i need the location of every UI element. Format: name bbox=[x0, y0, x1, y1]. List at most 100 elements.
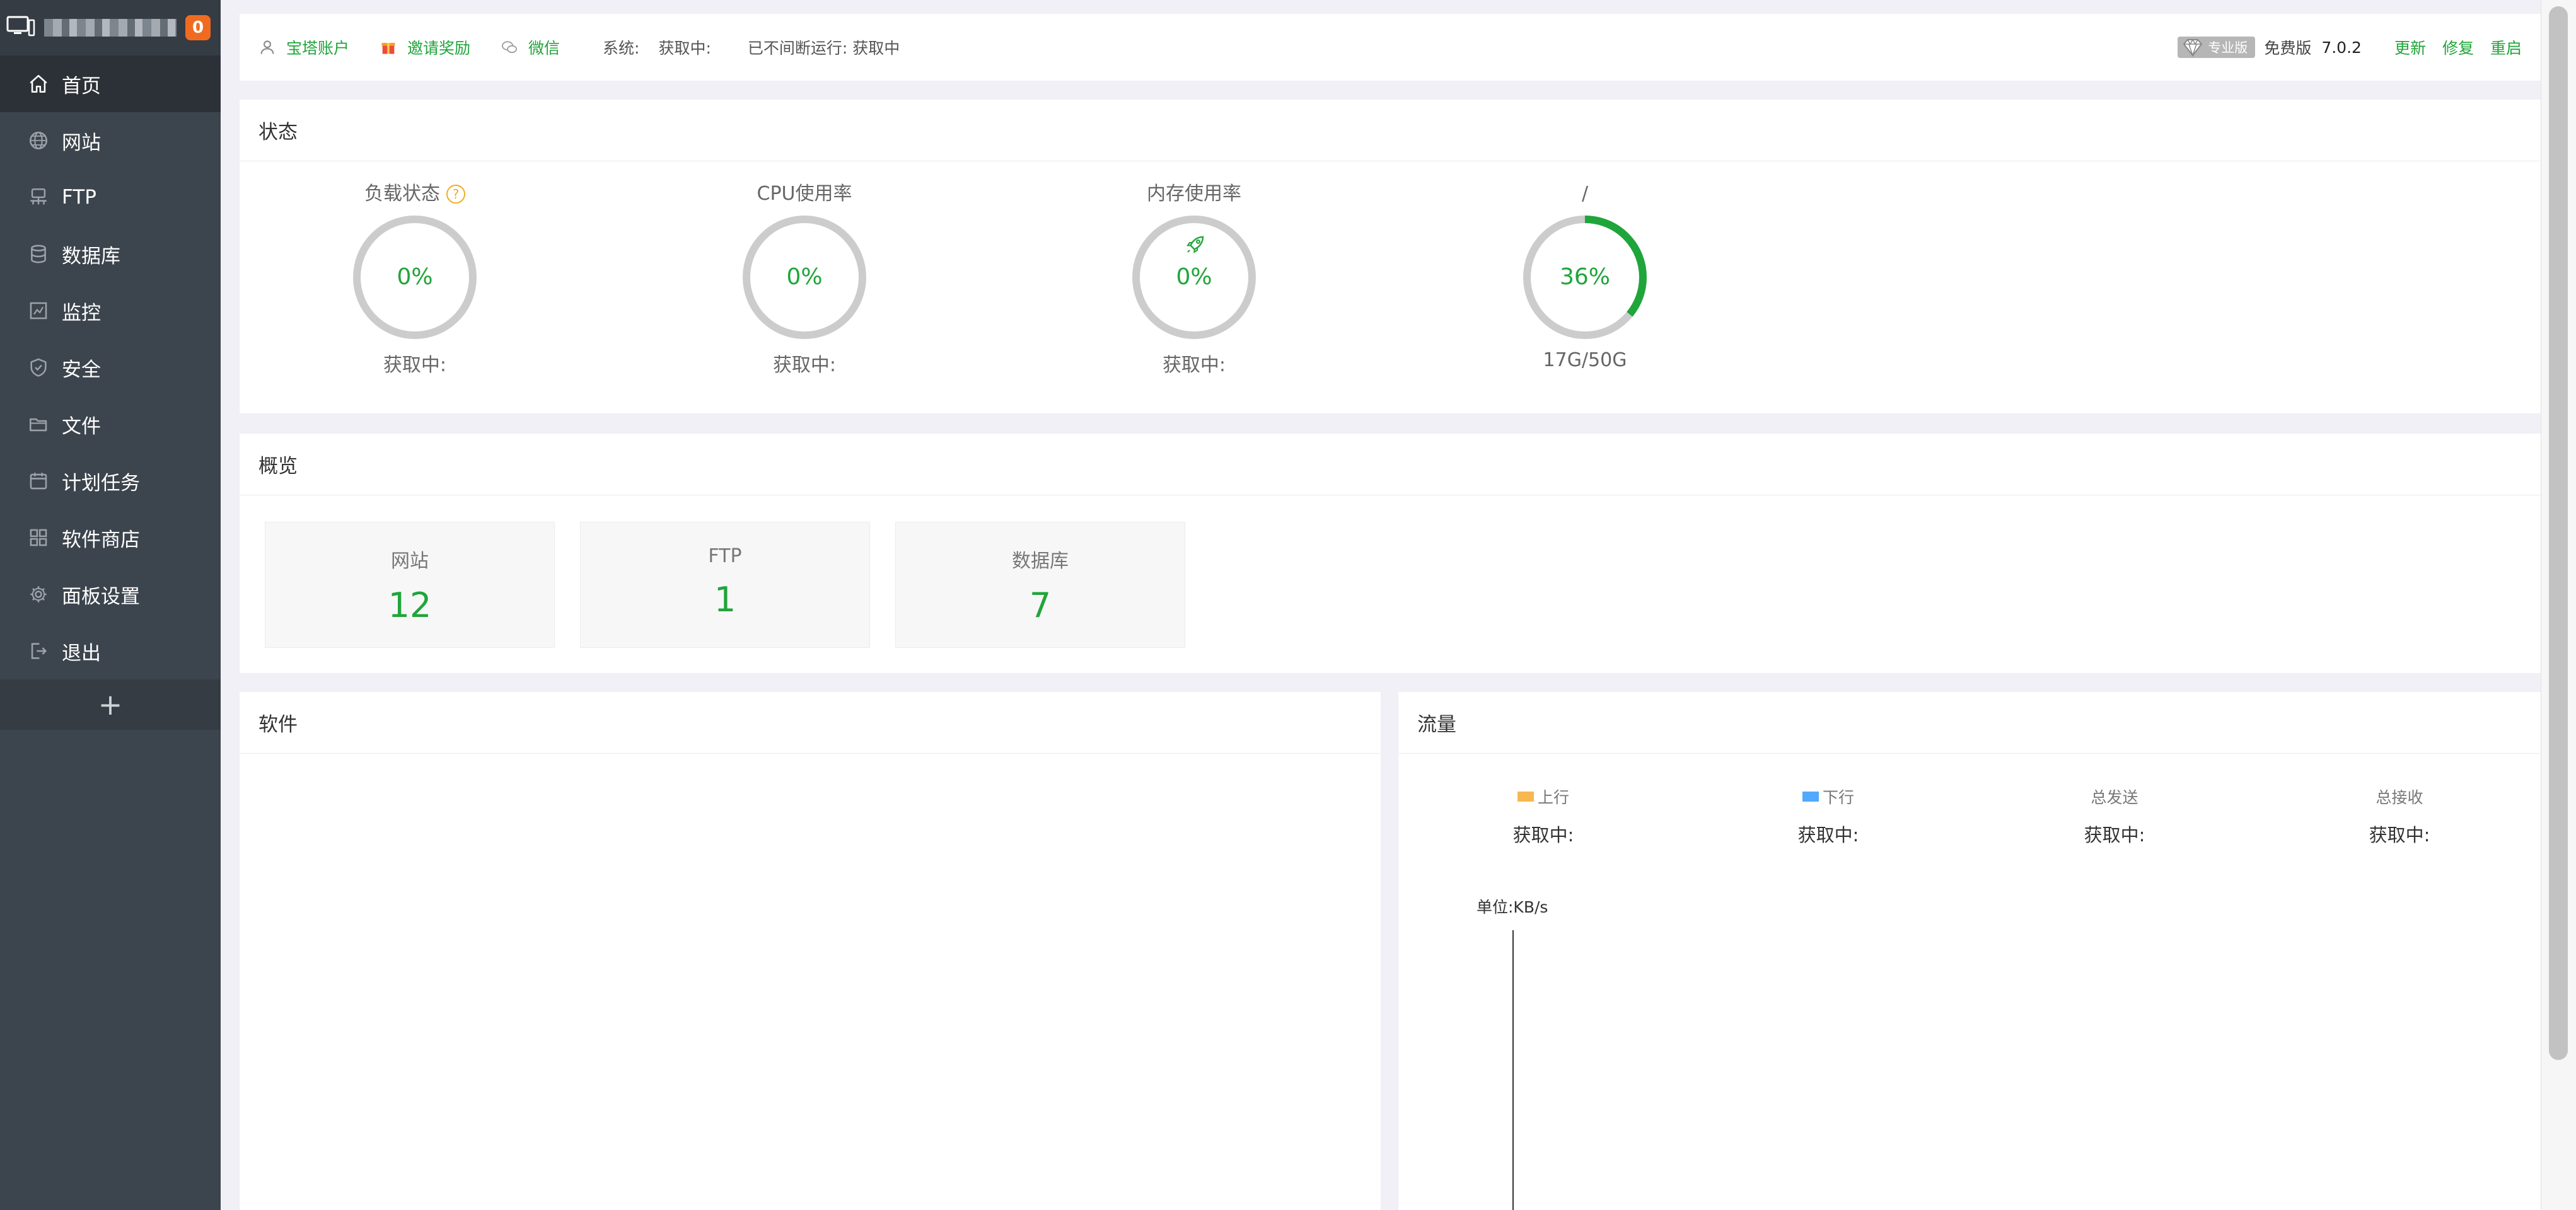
folder-icon bbox=[28, 413, 49, 435]
top-bar: 宝塔账户 邀请奖励 微信 系统: 获取中: 已不间断运行: 获取中 专业版 免费… bbox=[240, 14, 2541, 81]
calendar-icon bbox=[28, 470, 49, 492]
account-label: 宝塔账户 bbox=[286, 39, 350, 57]
overview-title: 概览 bbox=[240, 434, 2541, 495]
software-panel: 软件 bbox=[240, 692, 1381, 1210]
sidebar-item-label: 首页 bbox=[62, 74, 101, 98]
sidebar-item-database[interactable]: 数据库 bbox=[0, 226, 221, 282]
sidebar-item-website[interactable]: 网站 bbox=[0, 112, 221, 169]
sidebar-item-ftp[interactable]: FTP bbox=[0, 169, 221, 226]
diamond-icon bbox=[2183, 38, 2203, 57]
help-icon[interactable]: ? bbox=[446, 185, 465, 204]
plus-icon: + bbox=[98, 688, 123, 722]
top-bar-left: 宝塔账户 邀请奖励 微信 系统: 获取中: 已不间断运行: 获取中 bbox=[258, 14, 900, 81]
sidebar-item-files[interactable]: 文件 bbox=[0, 396, 221, 452]
gauge-ring: 0% bbox=[741, 214, 867, 340]
download-stat: 下行 获取中: bbox=[1734, 785, 1923, 847]
pro-label: 专业版 bbox=[2208, 40, 2248, 55]
sidebar-item-label: 文件 bbox=[62, 415, 101, 438]
sidebar-item-label: 数据库 bbox=[62, 245, 120, 268]
wechat-icon bbox=[501, 38, 518, 56]
update-link[interactable]: 更新 bbox=[2394, 36, 2426, 59]
pro-edition-badge[interactable]: 专业版 bbox=[2178, 37, 2256, 58]
sidebar: 0 首页 网站 FTP 数据库 监控 安全 文件 计划任务 软件商店 面板设置 … bbox=[0, 0, 221, 1210]
stat-label: 总接收 bbox=[2376, 788, 2423, 807]
gear-icon bbox=[28, 584, 49, 605]
scrollbar-thumb[interactable] bbox=[2549, 6, 2568, 1060]
overview-panel: 概览 网站 12 FTP 1 数据库 7 bbox=[240, 434, 2541, 673]
database-icon bbox=[28, 243, 49, 265]
gauge-title: 内存使用率 bbox=[1147, 183, 1241, 205]
status-panel: 状态 负载状态 ? 0% 获取中: CPU使用率 0% 获取中: 内存使用率 0… bbox=[240, 100, 2541, 413]
wechat-link[interactable]: 微信 bbox=[501, 36, 560, 59]
disk-gauge[interactable]: / 36% 17G/50G bbox=[1490, 182, 1680, 371]
cpu-gauge[interactable]: CPU使用率 0% 获取中: bbox=[710, 182, 899, 377]
load-gauge[interactable]: 负载状态 ? 0% 获取中: bbox=[320, 182, 509, 377]
upload-stat: 上行 获取中: bbox=[1449, 785, 1638, 847]
stat-key: 总发送 bbox=[2020, 785, 2209, 808]
notification-badge[interactable]: 0 bbox=[185, 15, 211, 40]
stat-label: 下行 bbox=[1822, 788, 1854, 807]
logout-icon bbox=[28, 640, 49, 662]
stat-value: 获取中: bbox=[1512, 824, 1574, 846]
gauge-ring: 0% bbox=[1131, 214, 1257, 340]
gauge-title: / bbox=[1581, 183, 1589, 205]
restart-link[interactable]: 重启 bbox=[2490, 36, 2522, 59]
invite-label: 邀请奖励 bbox=[407, 39, 471, 57]
stat-label: 上行 bbox=[1537, 788, 1569, 807]
overview-ftp-box[interactable]: FTP 1 bbox=[580, 522, 870, 648]
sidebar-item-monitor[interactable]: 监控 bbox=[0, 282, 221, 339]
shield-icon bbox=[28, 357, 49, 378]
overview-database-box[interactable]: 数据库 7 bbox=[895, 522, 1185, 648]
home-icon bbox=[28, 73, 49, 95]
sidebar-item-settings[interactable]: 面板设置 bbox=[0, 566, 221, 623]
sidebar-brand: 0 bbox=[0, 0, 221, 55]
overview-label: FTP bbox=[708, 545, 742, 567]
overview-website-box[interactable]: 网站 12 bbox=[265, 522, 555, 648]
globe-icon bbox=[28, 130, 49, 151]
stat-value: 获取中: bbox=[2369, 824, 2430, 846]
sidebar-item-label: 安全 bbox=[62, 358, 101, 381]
system-info: 系统: 获取中: bbox=[603, 36, 711, 59]
sidebar-item-security[interactable]: 安全 bbox=[0, 339, 221, 396]
traffic-chart-y-axis bbox=[1512, 930, 1514, 1210]
gauge-value: 0% bbox=[397, 264, 433, 290]
monitor-icon bbox=[6, 15, 35, 38]
monitor-chart-icon bbox=[28, 300, 49, 321]
gauge-subtitle: 获取中: bbox=[383, 354, 447, 376]
system-value: 获取中: bbox=[658, 39, 711, 57]
stat-key: 总接收 bbox=[2305, 785, 2494, 808]
sidebar-item-store[interactable]: 软件商店 bbox=[0, 509, 221, 566]
sidebar-item-label: 软件商店 bbox=[62, 528, 140, 551]
overview-label: 数据库 bbox=[1012, 550, 1069, 572]
total-sent-stat: 总发送 获取中: bbox=[2020, 785, 2209, 847]
main-content: 宝塔账户 邀请奖励 微信 系统: 获取中: 已不间断运行: 获取中 专业版 免费… bbox=[221, 0, 2576, 1210]
account-link[interactable]: 宝塔账户 bbox=[258, 36, 349, 59]
add-shortcut-button[interactable]: + bbox=[0, 679, 221, 730]
overview-label: 网站 bbox=[391, 550, 429, 572]
user-icon bbox=[258, 38, 276, 56]
sidebar-item-label: 退出 bbox=[62, 642, 101, 665]
sidebar-item-label: 面板设置 bbox=[62, 585, 140, 608]
gauge-value: 0% bbox=[786, 264, 823, 290]
overview-value: 1 bbox=[714, 580, 736, 619]
grid-icon bbox=[28, 527, 49, 548]
gauge-title-wrap: 负载状态 ? bbox=[320, 182, 509, 207]
page-scrollbar[interactable] bbox=[2541, 0, 2576, 1210]
repair-link[interactable]: 修复 bbox=[2442, 36, 2474, 59]
sidebar-item-logout[interactable]: 退出 bbox=[0, 623, 221, 679]
gift-icon bbox=[380, 38, 397, 56]
stat-value: 获取中: bbox=[2084, 824, 2145, 846]
stat-value: 获取中: bbox=[1797, 824, 1859, 846]
overview-value: 7 bbox=[1029, 585, 1052, 625]
system-label: 系统: bbox=[603, 39, 640, 57]
total-received-stat: 总接收 获取中: bbox=[2305, 785, 2494, 847]
upload-swatch bbox=[1517, 792, 1534, 802]
traffic-panel: 流量 上行 获取中: 下行 获取中: 总发送 获取中: 总接收 获取中: 单位:… bbox=[1398, 692, 2541, 1210]
gauge-value: 0% bbox=[1176, 264, 1212, 290]
app-window: 0 首页 网站 FTP 数据库 监控 安全 文件 计划任务 软件商店 面板设置 … bbox=[0, 0, 2576, 1210]
sidebar-item-cron[interactable]: 计划任务 bbox=[0, 452, 221, 509]
invite-link[interactable]: 邀请奖励 bbox=[380, 36, 470, 59]
gauge-title: 负载状态 bbox=[364, 183, 440, 205]
sidebar-item-home[interactable]: 首页 bbox=[0, 55, 221, 112]
memory-gauge[interactable]: 内存使用率 0% 获取中: bbox=[1099, 182, 1289, 377]
